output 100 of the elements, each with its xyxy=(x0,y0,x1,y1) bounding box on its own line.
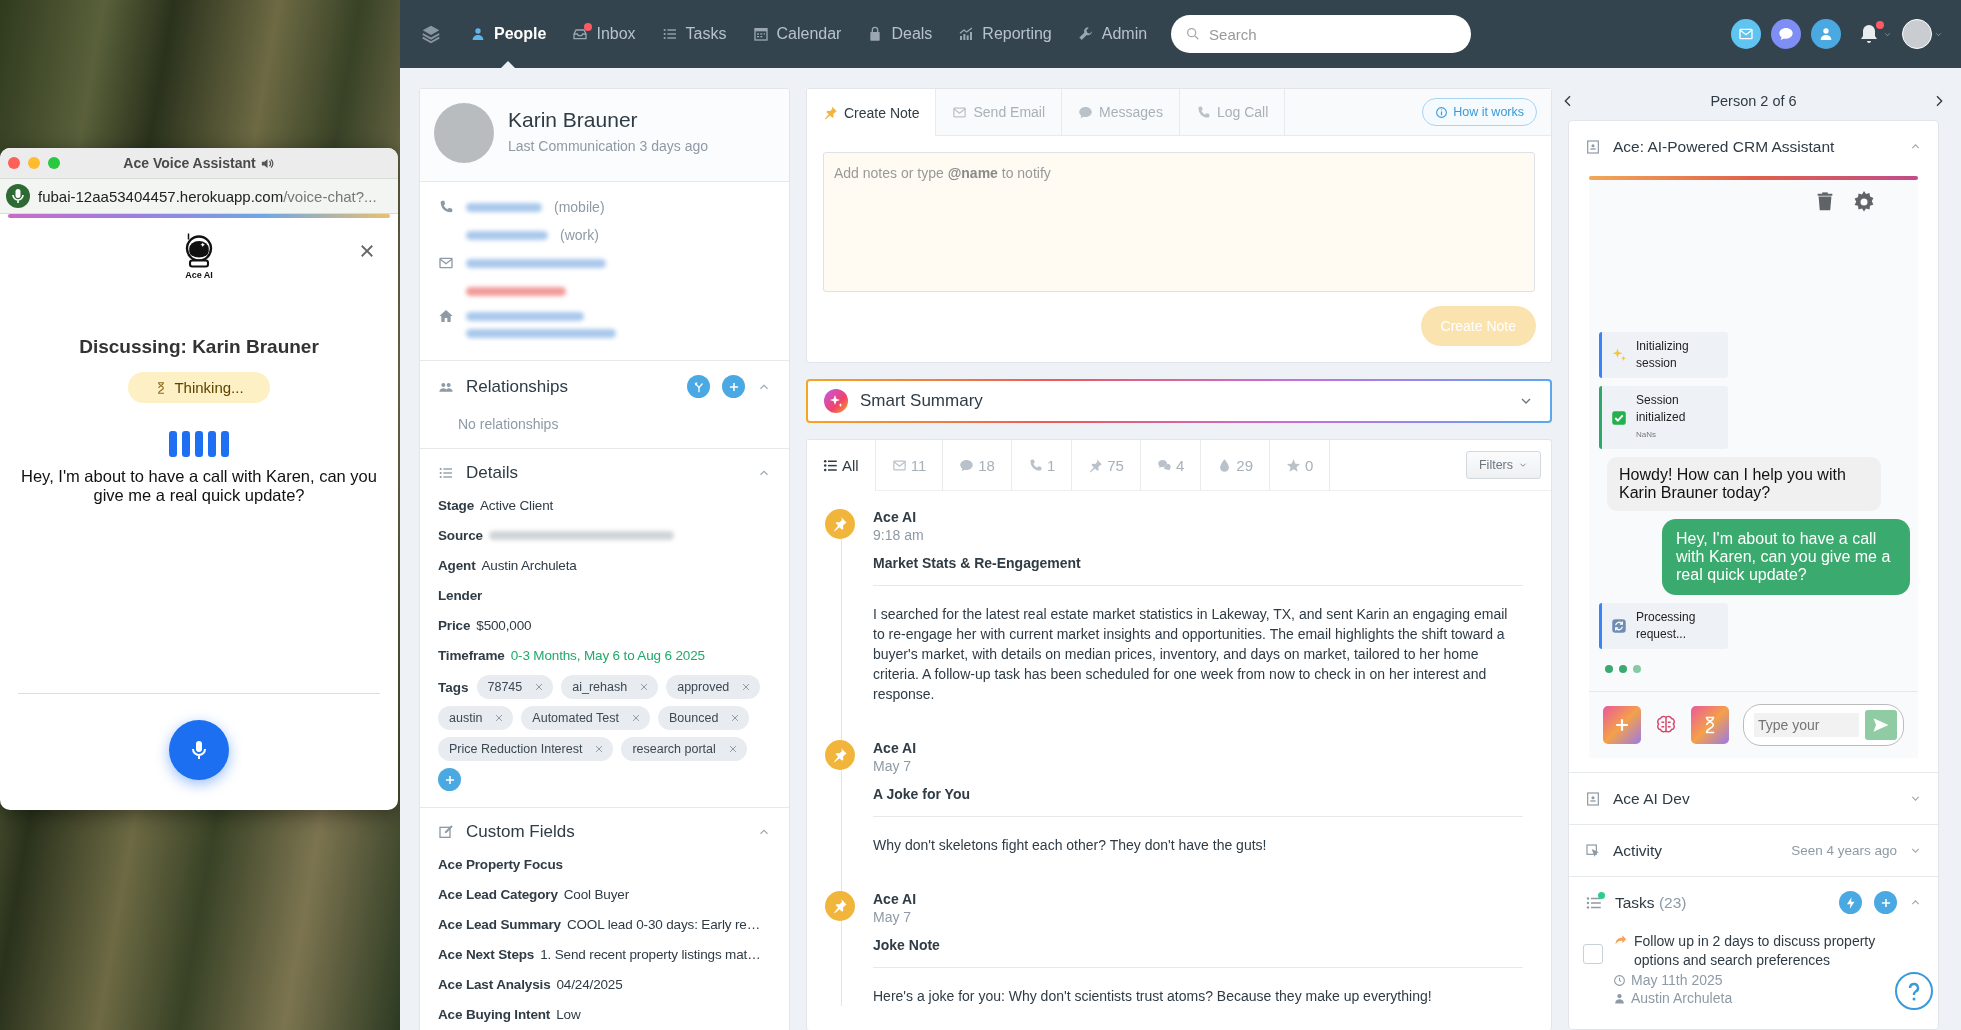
note-field[interactable]: Add notes or type @name to notify xyxy=(823,152,1535,292)
remove-tag-button[interactable] xyxy=(534,682,545,692)
field-value: Austin Archuleta xyxy=(481,558,577,573)
close-icon xyxy=(594,744,605,754)
close-window-button[interactable] xyxy=(8,157,20,169)
add-task-button[interactable] xyxy=(1874,891,1897,914)
filter-tab[interactable]: 29 xyxy=(1201,440,1270,490)
field-value: Low xyxy=(556,1007,581,1022)
how-it-works-link[interactable]: How it works xyxy=(1422,98,1537,126)
list-icon xyxy=(823,458,838,473)
nav-tab[interactable]: Tasks xyxy=(661,0,727,68)
check-box-icon xyxy=(1610,408,1628,427)
filter-tab[interactable]: 0 xyxy=(1270,440,1331,490)
mail-icon xyxy=(1738,26,1754,42)
microphone-icon xyxy=(6,184,30,208)
field-label: Price xyxy=(438,618,471,633)
close-icon xyxy=(639,682,650,692)
zoom-window-button[interactable] xyxy=(48,157,60,169)
remove-tag-button[interactable] xyxy=(639,682,650,692)
hourglass-button[interactable] xyxy=(1691,706,1729,744)
composer-tab[interactable]: Messages xyxy=(1062,89,1180,135)
account-menu-button[interactable] xyxy=(1902,19,1943,49)
filter-tab[interactable]: 75 xyxy=(1072,440,1141,490)
settings-icon xyxy=(1852,190,1876,214)
remove-tag-button[interactable] xyxy=(741,682,752,692)
avatar xyxy=(1902,19,1932,49)
smart-summary-bar[interactable]: Smart Summary xyxy=(806,379,1552,423)
thinking-status: Thinking... xyxy=(128,372,270,403)
remove-tag-button[interactable] xyxy=(494,713,505,723)
nav-tab[interactable]: Inbox xyxy=(572,0,636,68)
chat-bubble-icon xyxy=(1778,26,1794,42)
nav-tab[interactable]: People xyxy=(470,0,547,68)
search-field[interactable]: Search xyxy=(1171,15,1472,53)
author-name: Ace AI xyxy=(873,740,918,756)
stacked-layers-icon[interactable] xyxy=(420,23,442,45)
phone-label: (work) xyxy=(560,227,599,243)
nav-tab[interactable]: Calendar xyxy=(752,0,842,68)
star-icon xyxy=(1286,457,1301,473)
chat-button[interactable] xyxy=(1771,19,1801,49)
pushpin-drawing xyxy=(832,747,848,763)
contact-card-icon xyxy=(1585,138,1601,155)
cursor-icon xyxy=(1585,842,1601,859)
microphone-button[interactable] xyxy=(169,720,229,780)
discussing-heading: Discussing: Karin Brauner xyxy=(79,336,319,358)
close-icon xyxy=(534,682,545,692)
quick-action-button[interactable] xyxy=(1839,891,1862,914)
merge-button[interactable] xyxy=(687,375,710,398)
window-title: Ace Voice Assistant xyxy=(123,155,256,171)
section-title: Relationships xyxy=(466,376,570,397)
user-message: Hey, I'm about to have a call with Karen, can you give me a real quick update? xyxy=(1662,519,1910,595)
minimize-window-button[interactable] xyxy=(28,157,40,169)
url-text: fubai-12aa53404457.herokuapp.com/voice-chat?... xyxy=(38,187,377,205)
inbox-icon xyxy=(572,26,589,42)
person-icon xyxy=(470,26,486,42)
timestamp: 9:18 am xyxy=(873,527,925,543)
filters-button[interactable]: Filters xyxy=(1465,451,1541,479)
checkbox[interactable] xyxy=(1583,944,1603,964)
filter-tab[interactable]: 4 xyxy=(1140,440,1202,490)
composer-tab[interactable]: Log Call xyxy=(1179,89,1286,135)
empty-text: No relationships xyxy=(458,416,560,432)
add-person-button[interactable] xyxy=(1811,19,1841,49)
chart-icon xyxy=(958,26,975,42)
chat-bubble-icon xyxy=(1078,104,1094,120)
settings-button[interactable] xyxy=(1852,190,1876,214)
message-input[interactable]: Type your xyxy=(1743,704,1904,746)
send-button[interactable] xyxy=(1865,710,1897,740)
filter-tab[interactable]: All xyxy=(807,440,876,491)
nav-tab[interactable]: Admin xyxy=(1077,0,1148,68)
assignee-name: Austin Archuleta xyxy=(1631,990,1733,1006)
email-button[interactable] xyxy=(1731,19,1761,49)
filter-tab[interactable]: 18 xyxy=(943,440,1012,490)
note-body: Why don't skeletons fight each other? They don't have the guts! xyxy=(873,836,1268,855)
field-label: Ace Next Steps xyxy=(438,947,535,962)
add-button[interactable] xyxy=(1603,706,1641,744)
status-text: Session initialized NaNs xyxy=(1636,392,1687,441)
field-label: Ace Lead Summary xyxy=(438,917,561,932)
pushpin-icon xyxy=(1088,457,1104,473)
filter-tab[interactable]: 11 xyxy=(875,440,944,490)
logo-text: Ace AI xyxy=(185,270,213,280)
section-title: Ace AI Dev xyxy=(1613,789,1691,808)
tag-label: Price Reduction Interest xyxy=(449,742,583,756)
remove-tag-button[interactable] xyxy=(594,744,605,754)
remove-tag-button[interactable] xyxy=(631,713,641,723)
add-tag-button[interactable] xyxy=(438,768,461,791)
remove-tag-button[interactable] xyxy=(727,744,738,754)
remove-tag-button[interactable] xyxy=(730,713,741,723)
nav-tab[interactable]: Reporting xyxy=(958,0,1052,68)
chat-bubble-icon xyxy=(959,457,975,473)
nav-tab[interactable]: Deals xyxy=(867,0,933,68)
note-body: Here's a joke for you: Why don't scientists trust atoms? Because they make up everything! xyxy=(873,987,1433,1006)
composer-tab[interactable]: Create Note xyxy=(807,89,937,136)
add-button[interactable] xyxy=(722,375,745,398)
close-button[interactable] xyxy=(358,242,376,260)
section-title: Tasks (23) xyxy=(1615,893,1688,912)
composer-tab[interactable]: Send Email xyxy=(936,89,1063,135)
filter-tab[interactable]: 1 xyxy=(1011,440,1073,490)
brain-icon[interactable] xyxy=(1655,714,1677,736)
mail-icon xyxy=(438,255,454,271)
field-label: Ace Lead Category xyxy=(438,887,558,902)
contact-name: Karin Brauner xyxy=(508,108,639,132)
